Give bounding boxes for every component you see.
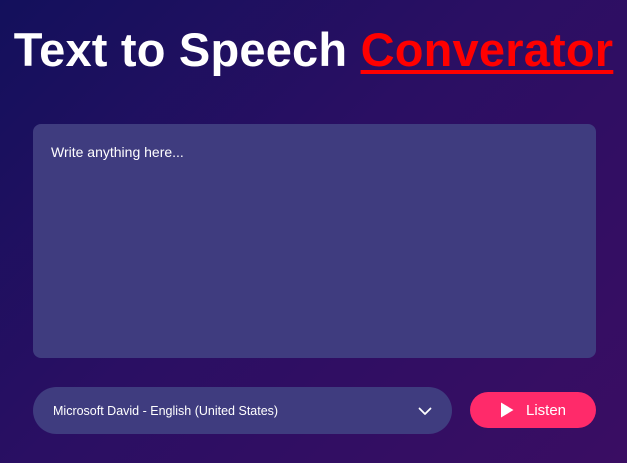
chevron-down-icon: [418, 404, 432, 418]
play-icon: [500, 402, 514, 418]
page-title-accent: Converator: [360, 23, 614, 76]
text-input[interactable]: [33, 124, 596, 358]
page-title: Text to Speech Converator: [0, 22, 627, 77]
voice-select-value: Microsoft David - English (United States…: [53, 403, 279, 418]
listen-button-label: Listen: [525, 401, 567, 419]
page-title-main: Text to Speech: [13, 23, 361, 76]
voice-select[interactable]: Microsoft David - English (United States…: [33, 387, 452, 434]
listen-button[interactable]: Listen: [470, 392, 596, 428]
